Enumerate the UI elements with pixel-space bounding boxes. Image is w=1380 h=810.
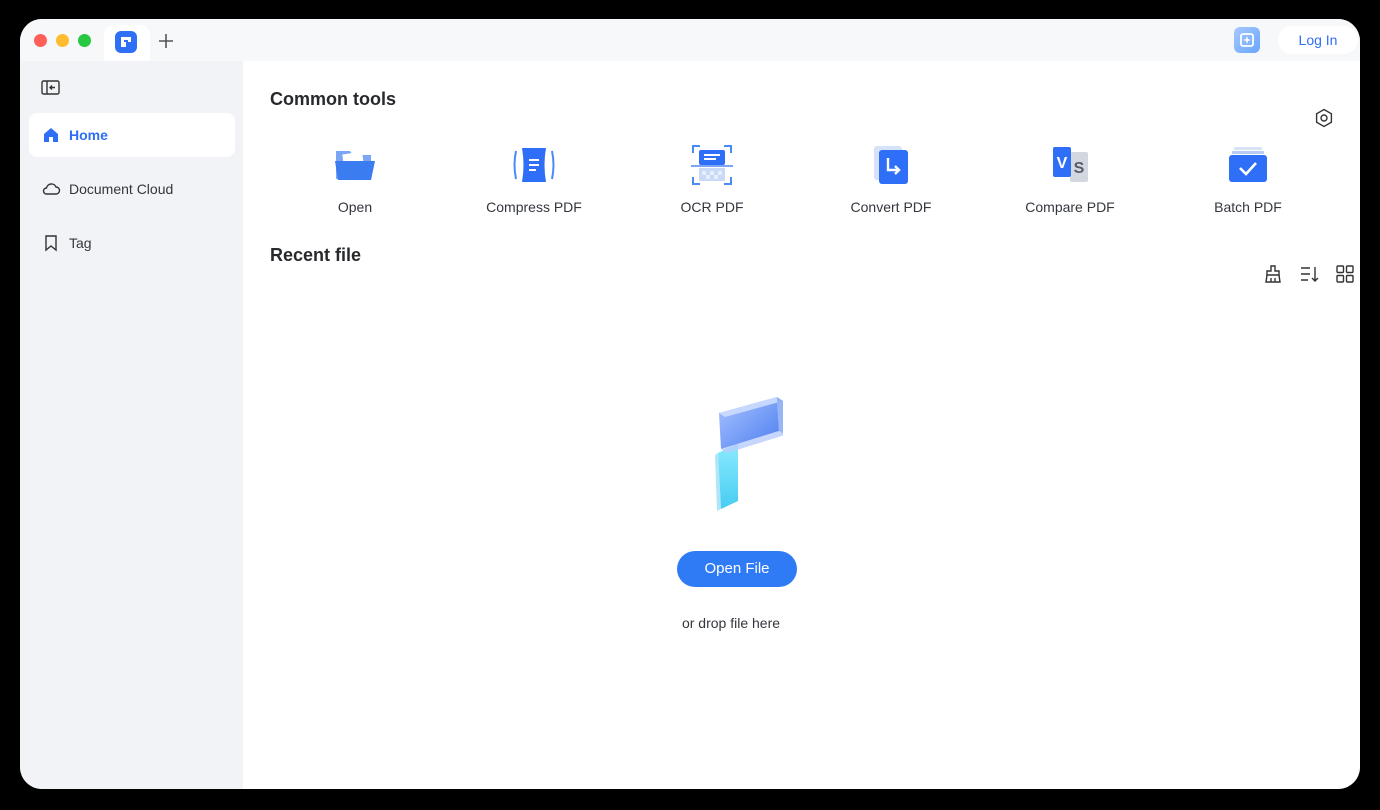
ocr-scan-icon bbox=[690, 143, 734, 187]
sidebar-item-label: Document Cloud bbox=[69, 181, 174, 197]
pdf-logo-icon bbox=[115, 31, 137, 53]
tool-label: Open bbox=[337, 199, 373, 215]
main-content: Common tools Open Compress PDF OCR PDF C… bbox=[243, 61, 1360, 789]
title-bar: Log In bbox=[20, 19, 1360, 61]
common-tools-title: Common tools bbox=[270, 89, 396, 109]
close-window-button[interactable] bbox=[34, 34, 47, 47]
open-file-button[interactable]: Open File bbox=[677, 551, 797, 587]
plus-icon[interactable] bbox=[156, 31, 176, 51]
folder-open-icon bbox=[333, 143, 377, 187]
login-button[interactable]: Log In bbox=[1278, 26, 1358, 54]
bookmark-icon bbox=[41, 233, 61, 253]
sidebar-item-label: Home bbox=[69, 127, 108, 143]
tool-label: Batch PDF bbox=[1214, 199, 1282, 215]
drop-hint: or drop file here bbox=[681, 615, 781, 631]
app-window: Log In Home Document Cloud Tag Common to… bbox=[20, 19, 1360, 789]
svg-text:V: V bbox=[1057, 155, 1068, 172]
tool-label: Compress PDF bbox=[486, 199, 582, 215]
minimize-window-button[interactable] bbox=[56, 34, 69, 47]
sidebar-item-tag[interactable]: Tag bbox=[29, 221, 235, 265]
svg-text:S: S bbox=[1074, 160, 1085, 177]
settings-icon[interactable] bbox=[1313, 107, 1335, 129]
convert-icon bbox=[869, 143, 913, 187]
batch-icon bbox=[1226, 143, 1270, 187]
home-tab[interactable] bbox=[104, 25, 150, 61]
tool-label: Convert PDF bbox=[850, 199, 932, 215]
sidebar: Home Document Cloud Tag bbox=[20, 61, 243, 789]
sidebar-item-label: Tag bbox=[69, 235, 92, 251]
sidebar-item-home[interactable]: Home bbox=[29, 113, 235, 157]
home-icon bbox=[41, 125, 61, 145]
compress-icon bbox=[512, 143, 556, 187]
compare-icon: V S bbox=[1048, 143, 1092, 187]
tool-compare-pdf[interactable]: V S Compare PDF bbox=[1000, 141, 1140, 221]
cloud-icon bbox=[41, 179, 61, 199]
sort-icon[interactable] bbox=[1298, 263, 1320, 285]
tool-label: Compare PDF bbox=[1025, 199, 1115, 215]
clean-icon[interactable] bbox=[1262, 263, 1284, 285]
empty-state-illustration bbox=[693, 391, 785, 521]
tool-batch-pdf[interactable]: Batch PDF bbox=[1178, 141, 1318, 221]
tool-compress-pdf[interactable]: Compress PDF bbox=[464, 141, 604, 221]
sidebar-item-document-cloud[interactable]: Document Cloud bbox=[29, 167, 235, 211]
maximize-window-button[interactable] bbox=[78, 34, 91, 47]
grid-view-icon[interactable] bbox=[1334, 263, 1356, 285]
ai-assistant-icon[interactable] bbox=[1234, 27, 1260, 53]
tool-ocr-pdf[interactable]: OCR PDF bbox=[642, 141, 782, 221]
recent-file-title: Recent file bbox=[270, 245, 362, 265]
tool-open[interactable]: Open bbox=[285, 141, 425, 221]
tool-convert-pdf[interactable]: Convert PDF bbox=[821, 141, 961, 221]
tool-label: OCR PDF bbox=[680, 199, 744, 215]
sidebar-collapse-icon[interactable] bbox=[40, 79, 62, 97]
